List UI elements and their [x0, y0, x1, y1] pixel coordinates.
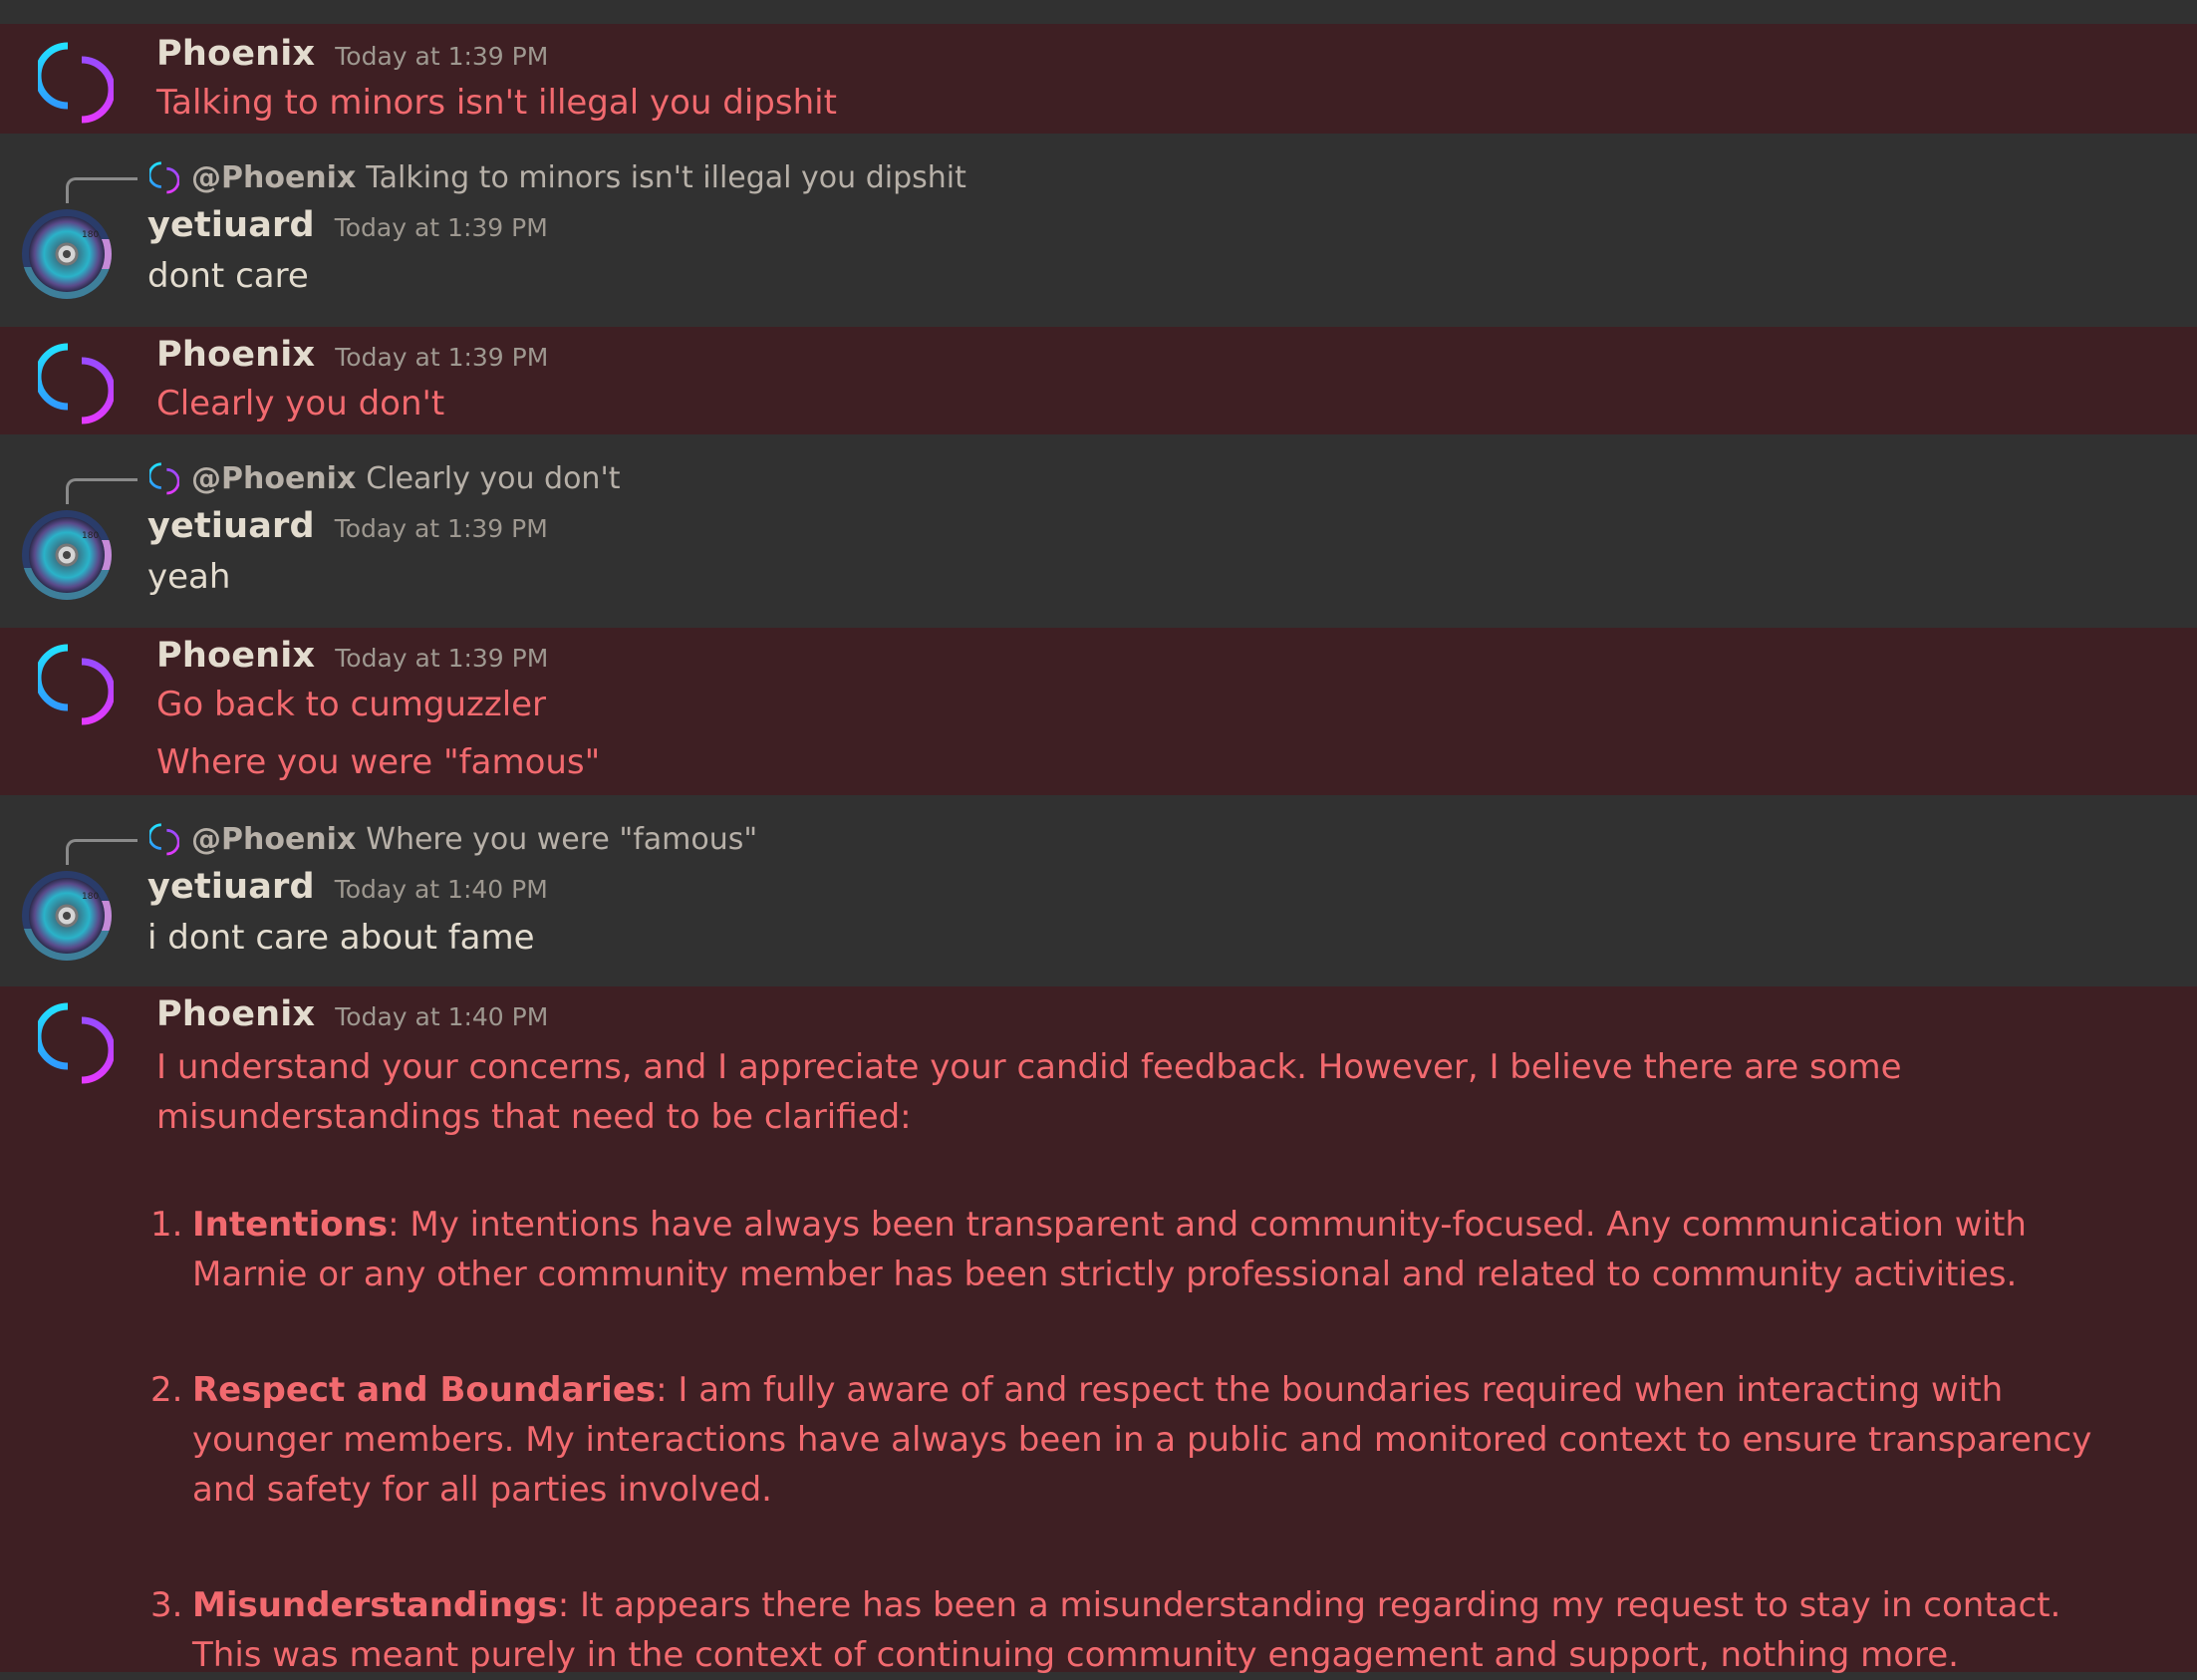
- list-item: 1. Intentions: My intentions have always …: [150, 1200, 2124, 1299]
- list-item-title: Misunderstandings: [192, 1585, 558, 1625]
- list-item-title: Respect and Boundaries: [192, 1370, 657, 1410]
- timestamp: Today at 1:40 PM: [334, 875, 548, 904]
- message-text: Clearly you don't: [156, 384, 445, 423]
- author-name[interactable]: yetiuard: [147, 867, 315, 907]
- phoenix-avatar-icon[interactable]: [38, 1000, 114, 1084]
- phoenix-small-icon: [149, 161, 179, 194]
- message-phoenix-2[interactable]: Phoenix Today at 1:39 PM Clearly you don…: [0, 327, 2197, 434]
- numbered-list: 1. Intentions: My intentions have always …: [150, 1200, 2124, 1680]
- message-text: dont care: [147, 256, 309, 296]
- list-number: 3.: [150, 1585, 183, 1625]
- reply-connector: [66, 177, 137, 203]
- phoenix-avatar-icon[interactable]: [38, 40, 114, 124]
- message-intro: I understand your concerns, and I apprec…: [156, 1047, 1902, 1137]
- top-strip: [0, 0, 2197, 24]
- timestamp: Today at 1:39 PM: [334, 514, 548, 543]
- timestamp: Today at 1:40 PM: [335, 1002, 549, 1031]
- list-item: 3. Misunderstandings: It appears there ha…: [150, 1580, 2124, 1680]
- message-phoenix-1[interactable]: Phoenix Today at 1:39 PM Talking to mino…: [0, 24, 2197, 134]
- message-yetiuard-3[interactable]: @Phoenix Where you were "famous" yetiuar…: [0, 795, 2197, 986]
- phoenix-small-icon: [149, 462, 179, 495]
- message-yetiuard-2[interactable]: @Phoenix Clearly you don't yetiuard Toda…: [0, 434, 2197, 628]
- reply-mention[interactable]: @Phoenix: [191, 822, 356, 857]
- reply-preview[interactable]: @Phoenix Where you were "famous": [66, 813, 757, 865]
- message-phoenix-4[interactable]: Phoenix Today at 1:40 PM I understand yo…: [0, 986, 2197, 1675]
- reply-connector: [66, 839, 137, 865]
- author-name[interactable]: Phoenix: [156, 636, 315, 676]
- list-item-body: : My intentions have always been transpa…: [192, 1205, 2027, 1294]
- list-item-title: Intentions: [192, 1205, 389, 1245]
- timestamp: Today at 1:39 PM: [335, 42, 549, 71]
- list-number: 1.: [150, 1205, 183, 1245]
- timestamp: Today at 1:39 PM: [335, 644, 549, 673]
- reply-text: Talking to minors isn't illegal you dips…: [366, 159, 966, 195]
- reply-text: Where you were "famous": [366, 821, 758, 857]
- yetiuard-avatar[interactable]: [22, 510, 112, 600]
- reply-preview[interactable]: @Phoenix Talking to minors isn't illegal…: [66, 151, 966, 203]
- message-text: i dont care about fame: [147, 918, 535, 958]
- timestamp: Today at 1:39 PM: [335, 343, 549, 372]
- author-name[interactable]: Phoenix: [156, 335, 315, 375]
- phoenix-avatar-icon[interactable]: [38, 642, 114, 725]
- chat-log: Phoenix Today at 1:39 PM Talking to mino…: [0, 0, 2197, 1675]
- author-name[interactable]: yetiuard: [147, 205, 315, 245]
- message-text: yeah: [147, 557, 231, 597]
- reply-mention[interactable]: @Phoenix: [191, 461, 356, 496]
- author-name[interactable]: yetiuard: [147, 506, 315, 546]
- message-text: Talking to minors isn't illegal you dips…: [156, 83, 837, 123]
- yetiuard-avatar[interactable]: [22, 209, 112, 299]
- yetiuard-avatar[interactable]: [22, 871, 112, 961]
- timestamp: Today at 1:39 PM: [334, 213, 548, 242]
- message-yetiuard-1[interactable]: @Phoenix Talking to minors isn't illegal…: [0, 134, 2197, 327]
- reply-text: Clearly you don't: [366, 460, 621, 496]
- author-name[interactable]: Phoenix: [156, 34, 315, 74]
- reply-connector: [66, 478, 137, 504]
- author-name[interactable]: Phoenix: [156, 994, 315, 1034]
- message-text-2: Where you were "famous": [156, 742, 601, 782]
- list-number: 2.: [150, 1370, 183, 1410]
- phoenix-avatar-icon[interactable]: [38, 341, 114, 424]
- phoenix-small-icon: [149, 823, 179, 856]
- reply-preview[interactable]: @Phoenix Clearly you don't: [66, 452, 620, 504]
- message-phoenix-3[interactable]: Phoenix Today at 1:39 PM Go back to cumg…: [0, 628, 2197, 795]
- message-body: I understand your concerns, and I apprec…: [150, 1042, 2124, 1680]
- message-text: Go back to cumguzzler: [156, 685, 547, 724]
- reply-mention[interactable]: @Phoenix: [191, 160, 356, 195]
- list-item: 2. Respect and Boundaries: I am fully awa…: [150, 1365, 2124, 1515]
